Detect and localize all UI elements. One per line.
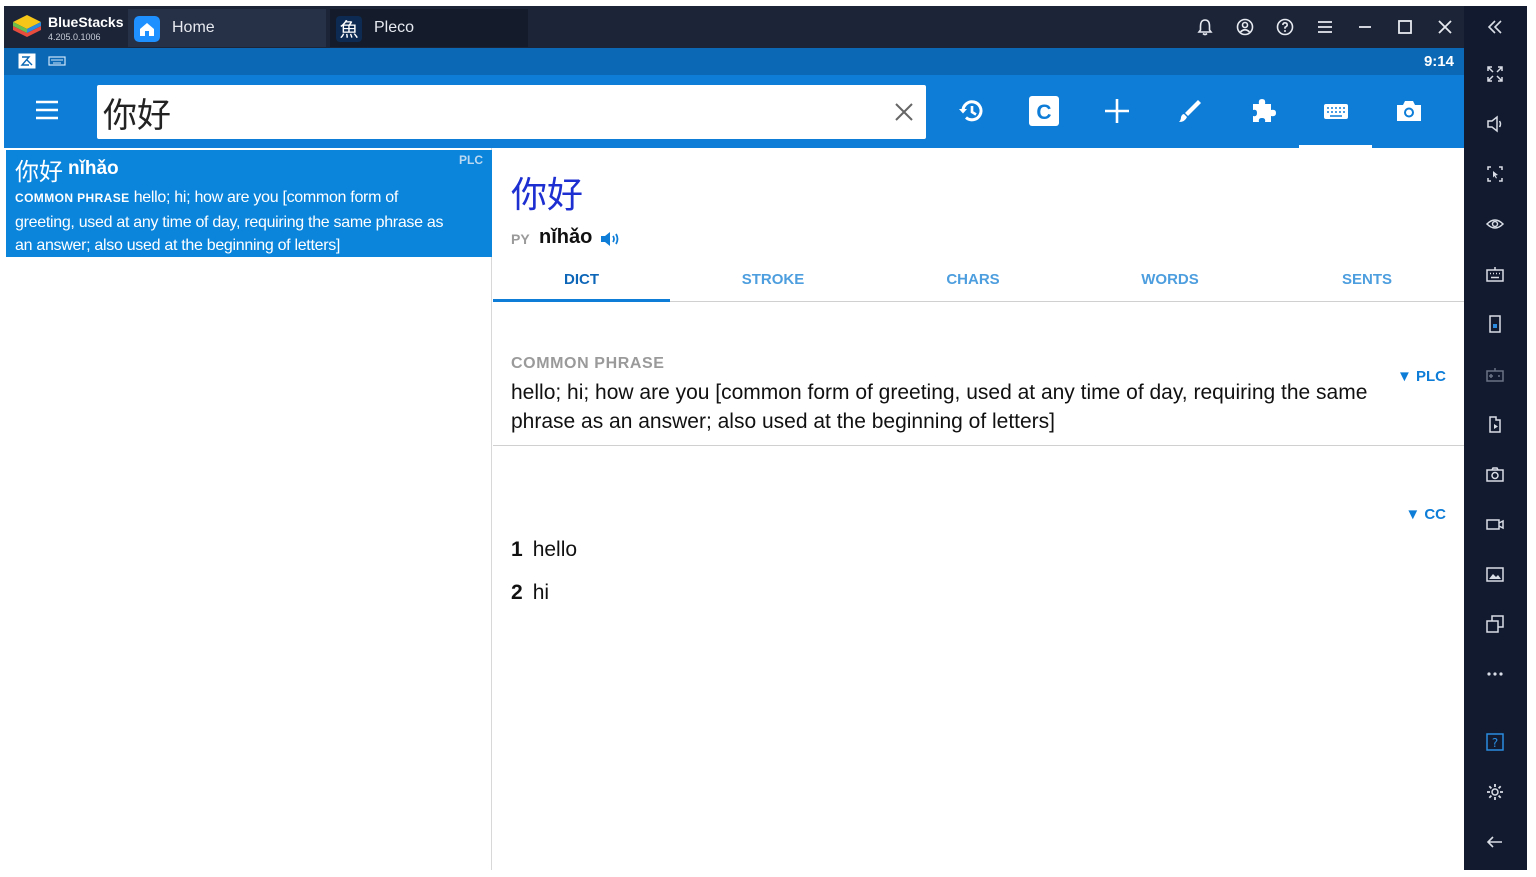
add-flashcard-icon[interactable]	[1100, 94, 1134, 128]
svg-text:?: ?	[1492, 736, 1498, 750]
more-options-icon[interactable]	[1482, 661, 1508, 687]
camera-ocr-icon[interactable]	[1392, 94, 1426, 128]
pos-label: COMMON PHRASE	[511, 355, 665, 372]
search-box[interactable]	[97, 85, 926, 139]
bluestacks-window: BlueStacks 4.205.0.1006 Home 魚 Pleco ? 9…	[4, 6, 1527, 870]
back-arrow-icon[interactable]	[1482, 829, 1508, 855]
entry-tabs: DICT STROKE CHARS WORDS SENTS	[493, 268, 1464, 302]
tab-sents[interactable]: SENTS	[1270, 268, 1464, 302]
android-screen: 9:14 C	[4, 48, 1464, 870]
tab-home[interactable]: Home	[128, 9, 326, 47]
help-icon[interactable]	[1272, 14, 1298, 40]
settings-gear-icon[interactable]	[1482, 779, 1508, 805]
entry-pinyin: nǐhǎo	[539, 226, 593, 248]
handwriting-brush-icon[interactable]	[1173, 94, 1207, 128]
brand-version: 4.205.0.1006	[48, 32, 101, 42]
maximize-icon[interactable]	[1392, 14, 1418, 40]
keyboard-controls-icon[interactable]	[1482, 261, 1508, 287]
bluestacks-sidebar: ?	[1464, 6, 1527, 870]
cc-dictionary-toggle[interactable]: ▼ CC	[1405, 506, 1446, 523]
result-pinyin: nǐhǎo	[68, 158, 119, 179]
install-apk-icon[interactable]	[1482, 411, 1508, 437]
keyboard-icon[interactable]	[1319, 94, 1353, 128]
svg-text:魚: 魚	[339, 19, 358, 41]
screenshot-icon[interactable]	[1482, 461, 1508, 487]
search-results-list: 你好 nǐhǎo PLC COMMON PHRASE hello; hi; ho…	[4, 148, 492, 870]
phone-icon[interactable]	[1482, 311, 1508, 337]
question-icon[interactable]: ?	[1482, 729, 1508, 755]
result-source-tag: PLC	[459, 153, 483, 167]
addons-puzzle-icon[interactable]	[1246, 94, 1280, 128]
search-input[interactable]	[103, 87, 863, 137]
pinyin-label: PY	[511, 231, 530, 247]
translate-notification-icon	[18, 53, 36, 69]
pleco-app-bar: C	[4, 75, 1464, 148]
definition-text: hi	[532, 581, 550, 604]
result-headword: 你好	[15, 158, 63, 186]
clipboard-reader-icon[interactable]: C	[1027, 94, 1061, 128]
home-icon	[134, 16, 160, 42]
minimize-icon[interactable]	[1352, 14, 1378, 40]
tab-chars[interactable]: CHARS	[876, 268, 1070, 302]
status-clock: 9:14	[1423, 53, 1454, 70]
bluestacks-brand: BlueStacks 4.205.0.1006	[10, 10, 130, 44]
multi-instance-icon[interactable]	[1482, 611, 1508, 637]
gamepad-icon	[1482, 361, 1508, 387]
bluestacks-logo-icon	[13, 15, 41, 37]
bell-icon[interactable]	[1192, 14, 1218, 40]
close-icon[interactable]	[1432, 14, 1458, 40]
title-bar: BlueStacks 4.205.0.1006 Home 魚 Pleco	[4, 6, 1464, 48]
menu-icon[interactable]	[1312, 14, 1338, 40]
tab-words[interactable]: WORDS	[1073, 268, 1267, 302]
history-icon[interactable]	[954, 94, 988, 128]
volume-icon[interactable]	[1482, 111, 1508, 137]
section-divider	[493, 445, 1464, 446]
definition-number: 2	[511, 581, 523, 604]
tab-dict[interactable]: DICT	[493, 268, 670, 302]
cc-definition-1: 1 hello	[511, 538, 577, 562]
account-icon[interactable]	[1232, 14, 1258, 40]
plc-definition: hello; hi; how are you [common form of g…	[511, 381, 1368, 433]
tab-home-label: Home	[172, 19, 215, 36]
record-video-icon[interactable]	[1482, 511, 1508, 537]
tab-stroke[interactable]: STROKE	[676, 268, 870, 302]
media-gallery-icon[interactable]	[1482, 561, 1508, 587]
list-item[interactable]: 你好 nǐhǎo PLC COMMON PHRASE hello; hi; ho…	[6, 150, 492, 257]
keyboard-notification-icon	[48, 56, 66, 66]
tab-pleco-label: Pleco	[374, 19, 415, 36]
eye-icon[interactable]	[1482, 211, 1508, 237]
entry-detail: 你好 PY nǐhǎo DICT STROKE CHARS WORDS SENT…	[493, 148, 1464, 870]
android-status-bar: 9:14	[4, 48, 1464, 75]
hamburger-menu-icon[interactable]	[34, 99, 60, 121]
speaker-icon[interactable]	[599, 229, 621, 249]
svg-text:C: C	[1036, 101, 1051, 124]
entry-headword: 你好	[511, 175, 584, 216]
definition-number: 1	[511, 538, 523, 561]
tab-pleco[interactable]: 魚 Pleco	[330, 9, 528, 47]
definition-text: hello	[532, 538, 578, 561]
cc-definition-2: 2 hi	[511, 581, 549, 605]
fullscreen-icon[interactable]	[1482, 61, 1508, 87]
result-pos: COMMON PHRASE	[15, 191, 130, 205]
pleco-app-icon: 魚	[336, 16, 362, 42]
collapse-sidebar-icon[interactable]	[1482, 14, 1508, 40]
pointer-lock-icon[interactable]	[1482, 161, 1508, 187]
brand-name: BlueStacks	[48, 14, 124, 30]
result-definition: COMMON PHRASE hello; hi; how are you [co…	[15, 186, 455, 258]
clear-search-icon[interactable]	[892, 100, 916, 124]
